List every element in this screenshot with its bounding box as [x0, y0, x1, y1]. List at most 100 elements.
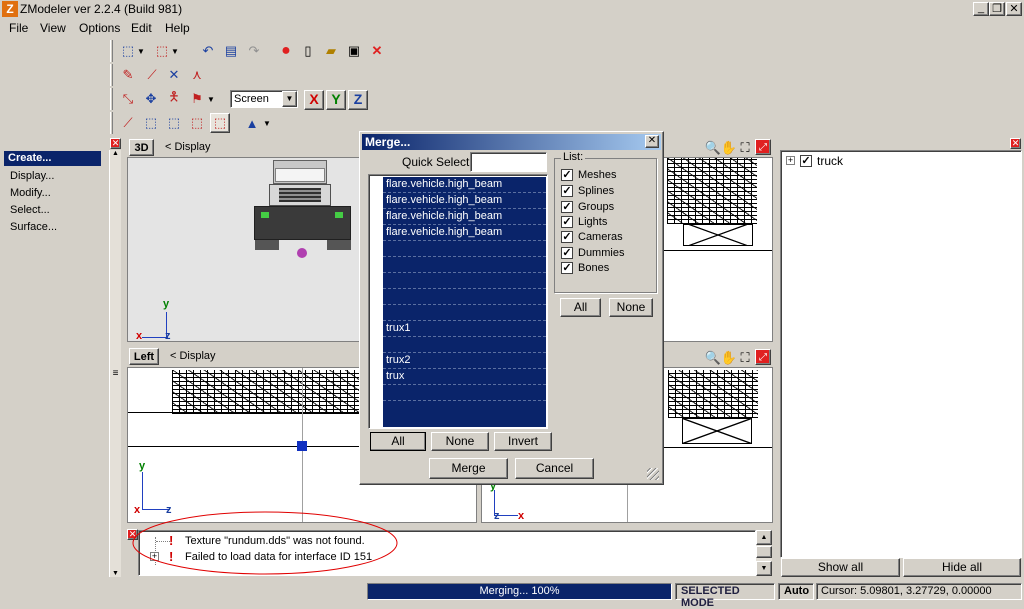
move-tool-icon[interactable]: ✥	[141, 89, 161, 109]
import-icon[interactable]: ⬚	[118, 41, 138, 61]
resize-grip-icon[interactable]	[647, 468, 659, 480]
scroll-down-icon[interactable]: ▼	[110, 570, 121, 577]
hierarchy-tool-icon[interactable]: ⚑	[187, 89, 207, 109]
cancel-button[interactable]: Cancel	[515, 458, 594, 479]
menu-view[interactable]: View	[40, 21, 66, 35]
filter-splines-checkbox[interactable]: ✓	[561, 185, 573, 197]
view-close-icon[interactable]: ⤢	[755, 139, 771, 155]
list-item[interactable]	[383, 257, 546, 273]
panel-item-create[interactable]: Create...	[4, 151, 101, 166]
dropdown-arrow-icon[interactable]: ▼	[170, 41, 180, 61]
dropdown-arrow-icon[interactable]: ▼	[136, 41, 146, 61]
merge-button[interactable]: Merge	[429, 458, 508, 479]
paint-icon[interactable]: ✎	[118, 65, 138, 85]
menu-help[interactable]: Help	[165, 21, 190, 35]
dropdown-arrow-icon[interactable]: ▼	[206, 89, 216, 109]
menu-options[interactable]: Options	[79, 21, 120, 35]
cube-alt-icon[interactable]: ⬚	[187, 113, 207, 133]
list-item[interactable]: flare.vehicle.high_beam	[383, 193, 546, 209]
list-item[interactable]	[383, 273, 546, 289]
list-item[interactable]: trux2	[383, 353, 546, 369]
tree-item-checkbox[interactable]: ✓	[800, 155, 812, 167]
axis-x-button[interactable]: X	[304, 90, 324, 110]
filter-meshes-checkbox[interactable]: ✓	[561, 169, 573, 181]
filter-groups-checkbox[interactable]: ✓	[561, 201, 573, 213]
edge-tool-icon[interactable]: ✕	[164, 65, 184, 85]
panel-item-select[interactable]: Select...	[10, 204, 50, 216]
expand-icon[interactable]: +	[786, 156, 795, 165]
list-item[interactable]: flare.vehicle.high_beam	[383, 225, 546, 241]
viewport-3d[interactable]: y x z	[127, 157, 362, 342]
list-item[interactable]: flare.vehicle.high_beam	[383, 209, 546, 225]
panel-item-modify[interactable]: Modify...	[10, 187, 51, 199]
scroll-up-icon[interactable]: ▲	[110, 150, 121, 157]
viewport-topright[interactable]	[662, 157, 773, 342]
select-tool-icon[interactable]: ⤡	[118, 89, 138, 109]
invert-selection-button[interactable]: Invert	[494, 432, 552, 451]
list-item[interactable]	[383, 289, 546, 305]
filter-bones-checkbox[interactable]: ✓	[561, 262, 573, 274]
history-icon[interactable]: ▤	[221, 41, 241, 61]
viewport-left-tab[interactable]: Left	[129, 348, 159, 365]
maximize-view-icon[interactable]: ⛶	[735, 348, 755, 368]
pose-tool-icon[interactable]: 🯅	[164, 89, 184, 109]
list-item[interactable]	[383, 305, 546, 321]
new-file-icon[interactable]: ▯	[298, 41, 318, 61]
status-auto[interactable]: Auto	[778, 583, 814, 600]
quick-select-input[interactable]	[470, 152, 547, 172]
list-item[interactable]	[383, 241, 546, 257]
dropdown-arrow-icon[interactable]: ▼	[262, 113, 272, 133]
menu-file[interactable]: File	[9, 21, 28, 35]
close-button[interactable]: ✕	[1006, 2, 1022, 16]
tree-item-truck[interactable]: truck	[817, 154, 843, 168]
panel-scrollbar[interactable]: ▲ ≡ ▼	[109, 150, 121, 577]
log-scrollbar[interactable]: ▲ ▼	[756, 530, 772, 576]
spline-icon[interactable]: ⟋	[118, 113, 138, 133]
save-icon[interactable]: ▣	[344, 41, 364, 61]
list-item[interactable]: trux	[383, 369, 546, 385]
list-item[interactable]	[383, 337, 546, 353]
scroll-up-icon[interactable]: ▲	[756, 530, 772, 545]
cube-active-icon[interactable]: ⬚	[210, 113, 230, 133]
scroll-grip-icon[interactable]: ≡	[110, 368, 121, 379]
axis-z-button[interactable]: Z	[348, 90, 368, 110]
export-icon[interactable]: ⬚	[152, 41, 172, 61]
filters-all-button[interactable]: All	[560, 298, 601, 317]
filters-none-button[interactable]: None	[609, 298, 653, 317]
maximize-view-icon[interactable]: ⛶	[735, 138, 755, 158]
chevron-down-icon[interactable]: ▼	[282, 91, 297, 107]
restore-button[interactable]: ❐	[989, 2, 1005, 16]
filter-dummies-checkbox[interactable]: ✓	[561, 247, 573, 259]
box-icon[interactable]: ⬚	[141, 113, 161, 133]
record-icon[interactable]: ●	[276, 41, 296, 61]
face-tool-icon[interactable]: ⋏	[187, 65, 207, 85]
filter-lights-checkbox[interactable]: ✓	[561, 216, 573, 228]
cone-icon[interactable]: ▲	[242, 113, 262, 133]
minimize-button[interactable]: _	[973, 2, 989, 16]
select-all-button[interactable]: All	[370, 432, 426, 451]
viewport-3d-display-menu[interactable]: < Display	[165, 141, 211, 153]
viewport-3d-tab[interactable]: 3D	[129, 139, 154, 156]
merge-object-list[interactable]: flare.vehicle.high_beam flare.vehicle.hi…	[368, 174, 548, 429]
hide-all-button[interactable]: Hide all	[903, 558, 1021, 577]
coord-system-select[interactable]: Screen ▼	[230, 90, 298, 108]
scroll-thumb[interactable]	[756, 546, 772, 558]
tree-panel-close-icon[interactable]: ✕	[1010, 138, 1021, 149]
open-folder-icon[interactable]: ▰	[321, 41, 341, 61]
view-close-icon[interactable]: ⤢	[755, 349, 771, 365]
viewport-left-display-menu[interactable]: < Display	[170, 350, 216, 362]
panel-item-display[interactable]: Display...	[10, 170, 54, 182]
undo-icon[interactable]: ↶	[198, 41, 218, 61]
panel-item-surface[interactable]: Surface...	[10, 221, 57, 233]
list-item[interactable]: trux1	[383, 321, 546, 337]
close-file-icon[interactable]: ✕	[367, 41, 387, 61]
list-item[interactable]	[383, 385, 546, 401]
vertex-tool-icon[interactable]: ⟋	[142, 65, 162, 85]
dialog-close-icon[interactable]: ✕	[645, 135, 659, 148]
scroll-down-icon[interactable]: ▼	[756, 561, 772, 576]
scene-tree[interactable]: + ✓ truck	[780, 150, 1022, 558]
filter-cameras-checkbox[interactable]: ✓	[561, 231, 573, 243]
list-item[interactable]: flare.vehicle.high_beam	[383, 177, 546, 193]
menu-edit[interactable]: Edit	[131, 21, 152, 35]
redo-icon[interactable]: ↷	[244, 41, 264, 61]
